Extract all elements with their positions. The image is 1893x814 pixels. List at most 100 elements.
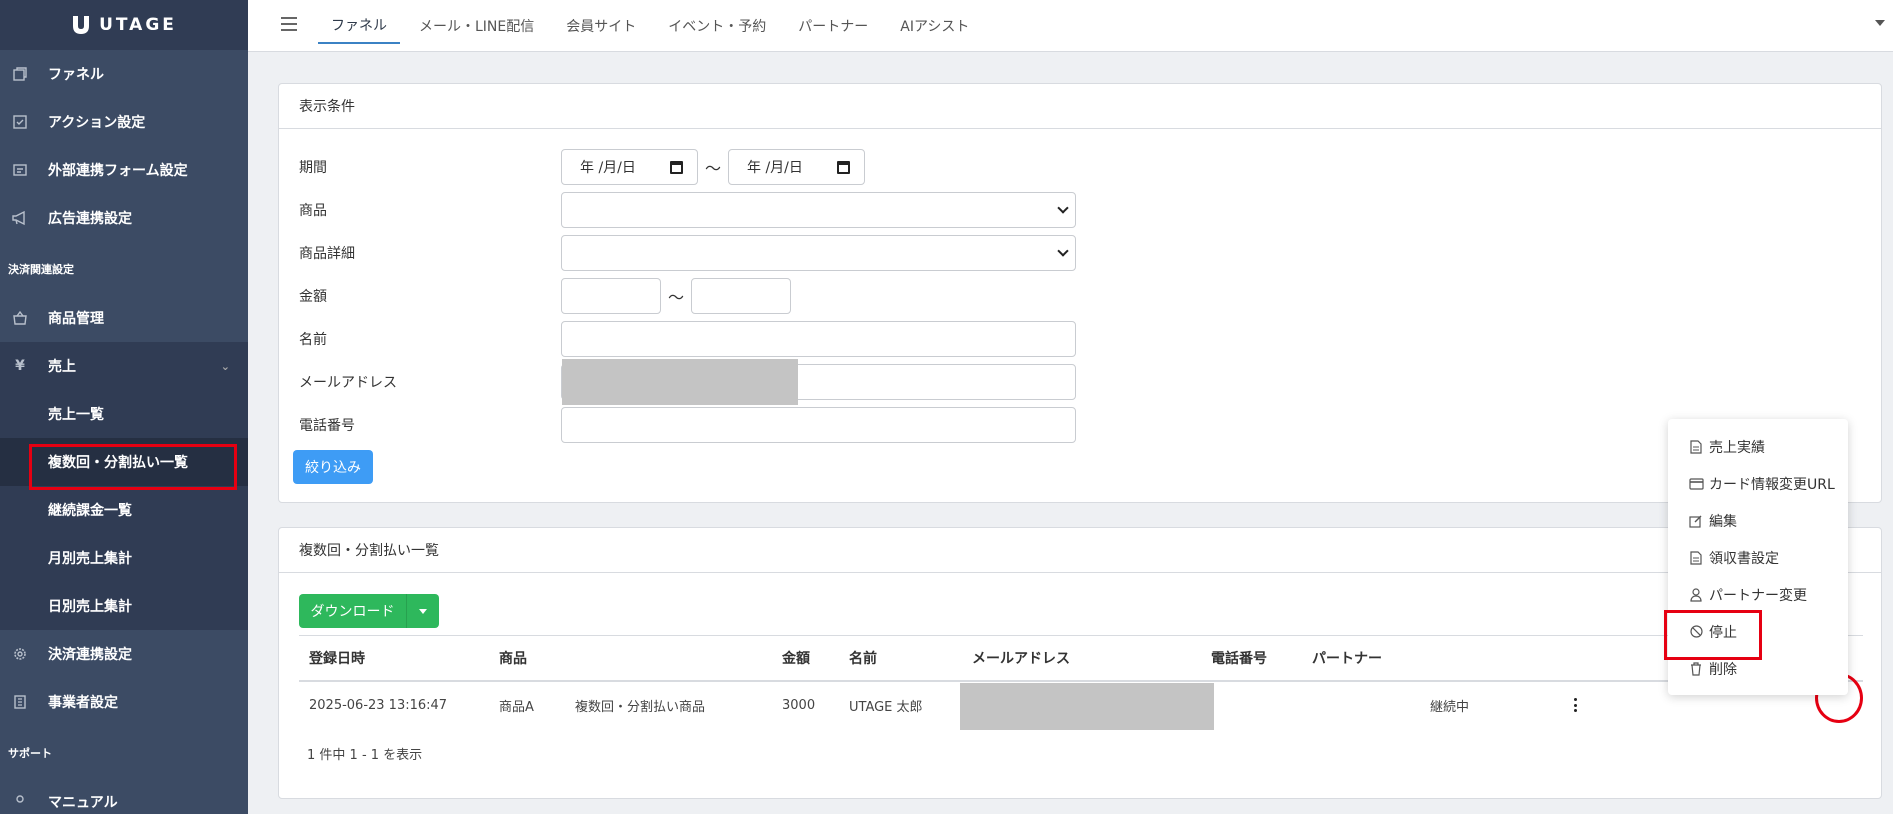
credit-card-icon (1688, 476, 1704, 492)
funnel-icon (10, 64, 30, 84)
tab-partner[interactable]: パートナー (785, 8, 881, 44)
sidebar-item-label: 商品管理 (48, 311, 104, 327)
top-tabs: ファネル メール・LINE配信 会員サイト イベント・予約 パートナー AIアシ… (318, 0, 988, 52)
range-separator: 〜 (668, 288, 685, 307)
sidebar-item-label: アクション設定 (48, 115, 146, 131)
highlight-box-stop (1664, 610, 1762, 660)
product-select[interactable] (561, 192, 1076, 228)
edit-icon (1688, 513, 1704, 529)
list-card: 複数回・分割払い一覧 ダウンロード 登録日時 商品 金額 名前 メールアドレス … (278, 527, 1882, 799)
tab-member-site[interactable]: 会員サイト (553, 8, 649, 44)
chevron-down-icon: ⌄ (220, 360, 230, 373)
table-row[interactable]: 2025-06-23 13:16:47 商品A 複数回・分割払い商品 3000 … (299, 682, 1863, 730)
email-label: メールアドレス (299, 375, 397, 391)
date-to-input[interactable]: 年 /月/日 (728, 149, 866, 185)
email-row: メールアドレス (299, 359, 1076, 405)
person-icon (1688, 587, 1704, 603)
sidebar-item-manual[interactable]: マニュアル (0, 778, 248, 814)
brand-name: UTAGE (99, 15, 177, 35)
book-icon (10, 792, 30, 812)
megaphone-icon (10, 208, 30, 228)
date-from-input[interactable]: 年 /月/日 (561, 149, 698, 185)
menu-item-edit[interactable]: 編集 (1668, 502, 1848, 539)
product-detail-label: 商品詳細 (299, 246, 355, 262)
sidebar-item-label: 売上 (48, 359, 76, 375)
tab-ai-assist[interactable]: AIアシスト (887, 8, 982, 44)
col-amount: 金額 (782, 651, 810, 667)
action-icon (10, 112, 30, 132)
amount-max-input[interactable] (691, 278, 792, 314)
download-dropdown-toggle[interactable] (407, 594, 439, 628)
sidebar-subitem-daily[interactable]: 日別売上集計 (0, 582, 248, 630)
sidebar-item-label: ファネル (48, 67, 104, 83)
cell-amount: 3000 (782, 698, 816, 713)
tab-funnel[interactable]: ファネル (318, 8, 400, 44)
gear-icon (10, 644, 30, 664)
calendar-icon (837, 161, 851, 174)
filter-card: 表示条件 期間 年 /月/日 〜 年 /月/日 商品 商品詳細 金額 〜 名前 … (278, 83, 1882, 503)
download-button-group: ダウンロード (299, 594, 439, 628)
account-dropdown-icon[interactable] (1875, 20, 1885, 26)
yen-icon: ¥ (15, 358, 25, 374)
sidebar-item-label: マニュアル (48, 795, 118, 811)
phone-row: 電話番号 (299, 407, 1076, 443)
sidebar-item-label: 外部連携フォーム設定 (48, 163, 188, 179)
download-button[interactable]: ダウンロード (299, 594, 407, 628)
name-input[interactable] (561, 321, 1076, 357)
row-actions-icon[interactable] (1574, 698, 1578, 712)
highlight-box-sidebar (29, 444, 237, 490)
filter-button[interactable]: 絞り込み (293, 450, 373, 484)
pagination-info: 1 件中 1 - 1 を表示 (307, 748, 423, 763)
tab-event[interactable]: イベント・予約 (655, 8, 779, 44)
sidebar-subitem-sales-list[interactable]: 売上一覧 (0, 390, 248, 438)
brand-logo[interactable]: UTAGE (0, 0, 248, 50)
caret-down-icon (419, 608, 427, 614)
sidebar-subitem-monthly[interactable]: 月別売上集計 (0, 534, 248, 582)
amount-label: 金額 (299, 289, 327, 305)
document-icon (1688, 439, 1704, 455)
product-label: 商品 (299, 203, 327, 219)
sidebar-section-support: サポート (8, 747, 52, 760)
period-row: 期間 年 /月/日 〜 年 /月/日 (299, 149, 866, 185)
sidebar-item-label: 事業者設定 (48, 695, 118, 711)
sidebar: UTAGE ファネル アクション設定 外部連携フォーム設定 広告連携設定 決済関… (0, 0, 248, 814)
sidebar-item-sales[interactable]: ¥ 売上 ⌄ (0, 342, 248, 390)
cell-product: 商品A (499, 700, 534, 715)
trash-icon (1688, 661, 1704, 677)
sidebar-item-product[interactable]: 商品管理 (0, 294, 248, 342)
col-date: 登録日時 (309, 651, 365, 667)
filter-card-title: 表示条件 (279, 84, 1881, 129)
col-partner: パートナー (1312, 651, 1382, 667)
sidebar-item-action[interactable]: アクション設定 (0, 98, 248, 146)
name-label: 名前 (299, 332, 327, 348)
form-icon (10, 160, 30, 180)
menu-item-sales-record[interactable]: 売上実績 (1668, 428, 1848, 465)
range-separator: 〜 (705, 159, 722, 178)
amount-row: 金額 〜 (299, 278, 792, 314)
chevron-down-icon (1057, 245, 1069, 257)
amount-min-input[interactable] (561, 278, 661, 314)
cell-product-detail: 複数回・分割払い商品 (575, 700, 706, 715)
sidebar-item-funnel[interactable]: ファネル (0, 50, 248, 98)
sidebar-item-ad[interactable]: 広告連携設定 (0, 194, 248, 242)
email-input[interactable] (561, 359, 1076, 405)
sidebar-section-payment: 決済関連設定 (8, 263, 74, 276)
cell-status: 継続中 (1430, 700, 1470, 715)
phone-input[interactable] (561, 407, 1076, 443)
tab-mail-line[interactable]: メール・LINE配信 (406, 8, 547, 44)
product-detail-select[interactable] (561, 235, 1076, 271)
sidebar-item-business[interactable]: 事業者設定 (0, 678, 248, 726)
installments-table: 登録日時 商品 金額 名前 メールアドレス 電話番号 パートナー 2025-06… (299, 635, 1863, 730)
building-icon (10, 692, 30, 712)
hamburger-menu-icon[interactable] (281, 17, 297, 31)
sidebar-subitem-subscription[interactable]: 継続課金一覧 (0, 486, 248, 534)
sidebar-item-external-form[interactable]: 外部連携フォーム設定 (0, 146, 248, 194)
list-card-title: 複数回・分割払い一覧 (279, 528, 1881, 573)
cell-name: UTAGE 太郎 (849, 700, 923, 715)
menu-item-partner-change[interactable]: パートナー変更 (1668, 576, 1848, 613)
menu-item-receipt[interactable]: 領収書設定 (1668, 539, 1848, 576)
cell-date: 2025-06-23 13:16:47 (309, 698, 448, 713)
sidebar-item-payment-settings[interactable]: 決済連携設定 (0, 630, 248, 678)
product-detail-row: 商品詳細 (299, 235, 1076, 271)
menu-item-card-change-url[interactable]: カード情報変更URL (1668, 465, 1848, 502)
